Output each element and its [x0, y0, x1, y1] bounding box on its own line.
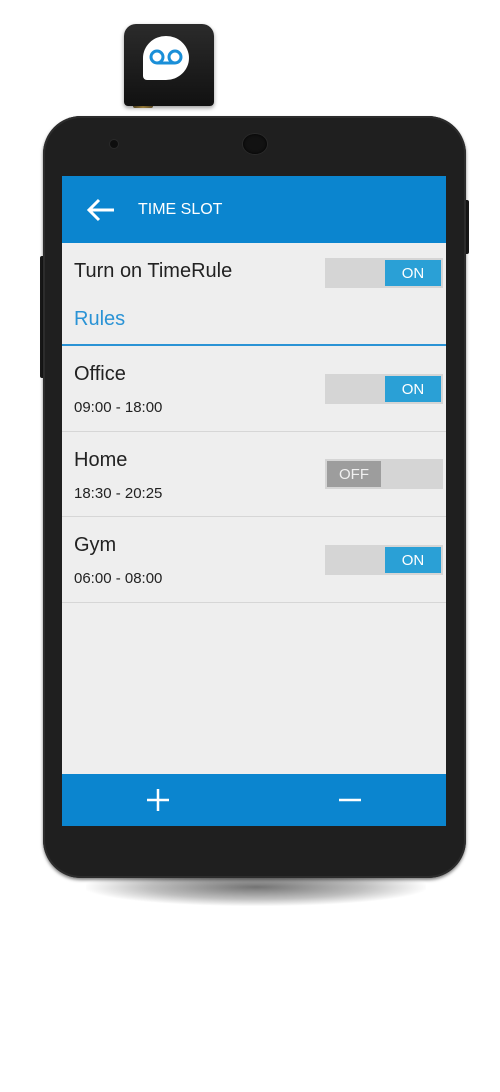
page-title: TIME SLOT: [138, 201, 223, 218]
rule-toggle-home[interactable]: OFF: [325, 459, 443, 489]
rule-name-home: Home: [74, 449, 128, 471]
rule-time-office: 09:00 - 18:00: [74, 399, 163, 416]
earpiece-speaker: [243, 134, 267, 154]
rule-name-office: Office: [74, 363, 126, 385]
rule-name-gym: Gym: [74, 534, 117, 556]
rule-toggle-gym[interactable]: ON: [325, 545, 443, 575]
back-button[interactable]: [84, 193, 118, 227]
bottom-action-bar: [62, 774, 446, 826]
rule-toggle-office[interactable]: ON: [325, 374, 443, 404]
master-toggle-state: ON: [385, 260, 441, 286]
arrow-left-icon: [86, 198, 114, 222]
rule-time-gym: 06:00 - 08:00: [74, 570, 163, 587]
rule-toggle-state: OFF: [327, 461, 381, 487]
row-divider: [62, 431, 446, 432]
section-header-rules: Rules: [74, 308, 126, 330]
voicemail-icon: [143, 36, 189, 80]
row-divider: [62, 602, 446, 603]
add-rule-button[interactable]: [144, 786, 172, 814]
row-divider: [62, 516, 446, 517]
app-screen: TIME SLOT Turn on TimeRule ON Rules Offi…: [62, 176, 446, 826]
rule-toggle-state: ON: [385, 547, 441, 573]
remove-rule-button[interactable]: [336, 786, 364, 814]
plus-icon: [147, 789, 169, 811]
master-toggle-label: Turn on TimeRule: [74, 260, 233, 282]
minus-icon: [339, 798, 361, 802]
section-divider: [62, 344, 446, 346]
rule-time-home: 18:30 - 20:25: [74, 485, 163, 502]
front-camera: [110, 140, 118, 148]
app-bar: TIME SLOT: [62, 176, 446, 243]
master-toggle[interactable]: ON: [325, 258, 443, 288]
rule-toggle-state: ON: [385, 376, 441, 402]
